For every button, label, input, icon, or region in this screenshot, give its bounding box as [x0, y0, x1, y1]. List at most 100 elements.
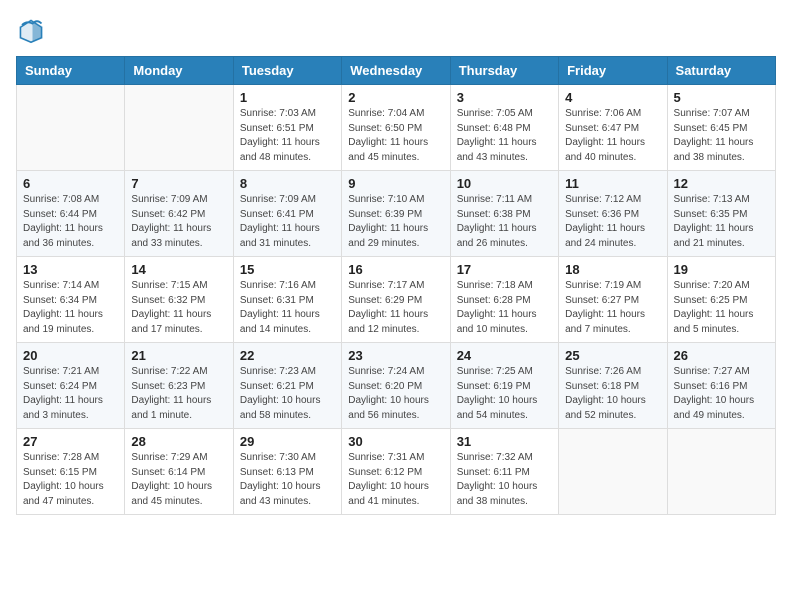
calendar-header-thursday: Thursday [450, 57, 558, 85]
calendar-cell: 3Sunrise: 7:05 AM Sunset: 6:48 PM Daylig… [450, 85, 558, 171]
logo-icon [16, 16, 46, 46]
calendar-cell: 7 Sunrise: 7:09 AM Sunset: 6:42 PM Daylig… [125, 171, 233, 257]
calendar-cell: 1Sunrise: 7:03 AM Sunset: 6:51 PM Daylig… [233, 85, 341, 171]
day-number: 25 [565, 348, 660, 363]
day-number: 28 [131, 434, 226, 449]
day-number: 11 [565, 176, 660, 191]
calendar-cell: 20 Sunrise: 7:21 AM Sunset: 6:24 PM Dayli… [17, 343, 125, 429]
day-info: Sunrise: 7:31 AM Sunset: 6:12 PM Dayligh… [348, 451, 443, 509]
day-number: 27 [23, 434, 118, 449]
logo [16, 16, 50, 46]
day-number: 10 [457, 176, 552, 191]
calendar-cell: 12 Sunrise: 7:13 AM Sunset: 6:35 PM Dayli… [667, 171, 775, 257]
calendar-cell: 28 Sunrise: 7:29 AM Sunset: 6:14 PM Dayli… [125, 429, 233, 515]
calendar-cell [559, 429, 667, 515]
calendar-cell: 8Sunrise: 7:09 AM Sunset: 6:41 PM Daylig… [233, 171, 341, 257]
page-header [16, 16, 776, 46]
calendar-cell [667, 429, 775, 515]
calendar-week-1: 6 Sunrise: 7:08 AM Sunset: 6:44 PM Daylig… [17, 171, 776, 257]
day-number: 21 [131, 348, 226, 363]
calendar-cell: 27 Sunrise: 7:28 AM Sunset: 6:15 PM Dayli… [17, 429, 125, 515]
calendar-cell [125, 85, 233, 171]
calendar-header-sunday: Sunday [17, 57, 125, 85]
day-number: 8 [240, 176, 335, 191]
calendar-cell: 29 Sunrise: 7:30 AM Sunset: 6:13 PM Dayli… [233, 429, 341, 515]
day-info: Sunrise: 7:26 AM Sunset: 6:18 PM Dayligh… [565, 365, 660, 423]
day-info: Sunrise: 7:11 AM Sunset: 6:38 PM Dayligh… [457, 193, 552, 251]
calendar-header-friday: Friday [559, 57, 667, 85]
calendar-cell: 26Sunrise: 7:27 AM Sunset: 6:16 PM Dayli… [667, 343, 775, 429]
calendar-cell: 22 Sunrise: 7:23 AM Sunset: 6:21 PM Dayli… [233, 343, 341, 429]
day-info: Sunrise: 7:15 AM Sunset: 6:32 PM Dayligh… [131, 279, 226, 337]
day-info: Sunrise: 7:17 AM Sunset: 6:29 PM Dayligh… [348, 279, 443, 337]
day-info: Sunrise: 7:20 AM Sunset: 6:25 PM Dayligh… [674, 279, 769, 337]
day-number: 2 [348, 90, 443, 105]
day-info: Sunrise: 7:18 AM Sunset: 6:28 PM Dayligh… [457, 279, 552, 337]
calendar-header-tuesday: Tuesday [233, 57, 341, 85]
calendar-week-2: 13 Sunrise: 7:14 AM Sunset: 6:34 PM Dayli… [17, 257, 776, 343]
calendar-cell: 21Sunrise: 7:22 AM Sunset: 6:23 PM Dayli… [125, 343, 233, 429]
day-info: Sunrise: 7:21 AM Sunset: 6:24 PM Dayligh… [23, 365, 118, 423]
day-number: 29 [240, 434, 335, 449]
day-number: 20 [23, 348, 118, 363]
calendar-cell: 15 Sunrise: 7:16 AM Sunset: 6:31 PM Dayli… [233, 257, 341, 343]
calendar-cell: 14 Sunrise: 7:15 AM Sunset: 6:32 PM Dayli… [125, 257, 233, 343]
calendar-cell: 9 Sunrise: 7:10 AM Sunset: 6:39 PM Daylig… [342, 171, 450, 257]
calendar-cell: 13 Sunrise: 7:14 AM Sunset: 6:34 PM Dayli… [17, 257, 125, 343]
day-number: 12 [674, 176, 769, 191]
day-number: 13 [23, 262, 118, 277]
day-info: Sunrise: 7:12 AM Sunset: 6:36 PM Dayligh… [565, 193, 660, 251]
day-number: 24 [457, 348, 552, 363]
calendar-cell: 31 Sunrise: 7:32 AM Sunset: 6:11 PM Dayli… [450, 429, 558, 515]
day-info: Sunrise: 7:13 AM Sunset: 6:35 PM Dayligh… [674, 193, 769, 251]
day-info: Sunrise: 7:32 AM Sunset: 6:11 PM Dayligh… [457, 451, 552, 509]
day-number: 15 [240, 262, 335, 277]
day-info: Sunrise: 7:29 AM Sunset: 6:14 PM Dayligh… [131, 451, 226, 509]
day-info: Sunrise: 7:27 AM Sunset: 6:16 PM Dayligh… [674, 365, 769, 423]
day-info: Sunrise: 7:09 AM Sunset: 6:42 PM Dayligh… [131, 193, 226, 251]
day-info: Sunrise: 7:28 AM Sunset: 6:15 PM Dayligh… [23, 451, 118, 509]
calendar-week-4: 27 Sunrise: 7:28 AM Sunset: 6:15 PM Dayli… [17, 429, 776, 515]
day-info: Sunrise: 7:06 AM Sunset: 6:47 PM Dayligh… [565, 107, 660, 165]
day-info: Sunrise: 7:10 AM Sunset: 6:39 PM Dayligh… [348, 193, 443, 251]
day-info: Sunrise: 7:04 AM Sunset: 6:50 PM Dayligh… [348, 107, 443, 165]
calendar-header-monday: Monday [125, 57, 233, 85]
calendar-cell: 16 Sunrise: 7:17 AM Sunset: 6:29 PM Dayli… [342, 257, 450, 343]
day-number: 14 [131, 262, 226, 277]
calendar-cell: 24 Sunrise: 7:25 AM Sunset: 6:19 PM Dayli… [450, 343, 558, 429]
day-info: Sunrise: 7:25 AM Sunset: 6:19 PM Dayligh… [457, 365, 552, 423]
day-info: Sunrise: 7:23 AM Sunset: 6:21 PM Dayligh… [240, 365, 335, 423]
calendar-cell: 17Sunrise: 7:18 AM Sunset: 6:28 PM Dayli… [450, 257, 558, 343]
calendar-cell: 10 Sunrise: 7:11 AM Sunset: 6:38 PM Dayli… [450, 171, 558, 257]
calendar-cell: 23Sunrise: 7:24 AM Sunset: 6:20 PM Dayli… [342, 343, 450, 429]
calendar-cell: 4Sunrise: 7:06 AM Sunset: 6:47 PM Daylig… [559, 85, 667, 171]
calendar-cell [17, 85, 125, 171]
calendar-cell: 11 Sunrise: 7:12 AM Sunset: 6:36 PM Dayli… [559, 171, 667, 257]
calendar-cell: 2 Sunrise: 7:04 AM Sunset: 6:50 PM Daylig… [342, 85, 450, 171]
day-number: 22 [240, 348, 335, 363]
calendar-cell: 30 Sunrise: 7:31 AM Sunset: 6:12 PM Dayli… [342, 429, 450, 515]
calendar-week-3: 20 Sunrise: 7:21 AM Sunset: 6:24 PM Dayli… [17, 343, 776, 429]
calendar-cell: 19 Sunrise: 7:20 AM Sunset: 6:25 PM Dayli… [667, 257, 775, 343]
day-info: Sunrise: 7:16 AM Sunset: 6:31 PM Dayligh… [240, 279, 335, 337]
day-number: 6 [23, 176, 118, 191]
calendar-cell: 25 Sunrise: 7:26 AM Sunset: 6:18 PM Dayli… [559, 343, 667, 429]
calendar-week-0: 1Sunrise: 7:03 AM Sunset: 6:51 PM Daylig… [17, 85, 776, 171]
day-number: 5 [674, 90, 769, 105]
day-number: 1 [240, 90, 335, 105]
calendar-header-row: SundayMondayTuesdayWednesdayThursdayFrid… [17, 57, 776, 85]
day-info: Sunrise: 7:05 AM Sunset: 6:48 PM Dayligh… [457, 107, 552, 165]
day-info: Sunrise: 7:08 AM Sunset: 6:44 PM Dayligh… [23, 193, 118, 251]
calendar-cell: 6 Sunrise: 7:08 AM Sunset: 6:44 PM Daylig… [17, 171, 125, 257]
day-number: 19 [674, 262, 769, 277]
day-number: 7 [131, 176, 226, 191]
day-number: 9 [348, 176, 443, 191]
day-info: Sunrise: 7:14 AM Sunset: 6:34 PM Dayligh… [23, 279, 118, 337]
day-info: Sunrise: 7:24 AM Sunset: 6:20 PM Dayligh… [348, 365, 443, 423]
day-number: 16 [348, 262, 443, 277]
day-info: Sunrise: 7:30 AM Sunset: 6:13 PM Dayligh… [240, 451, 335, 509]
calendar-table: SundayMondayTuesdayWednesdayThursdayFrid… [16, 56, 776, 515]
day-number: 31 [457, 434, 552, 449]
day-number: 30 [348, 434, 443, 449]
calendar-cell: 18Sunrise: 7:19 AM Sunset: 6:27 PM Dayli… [559, 257, 667, 343]
